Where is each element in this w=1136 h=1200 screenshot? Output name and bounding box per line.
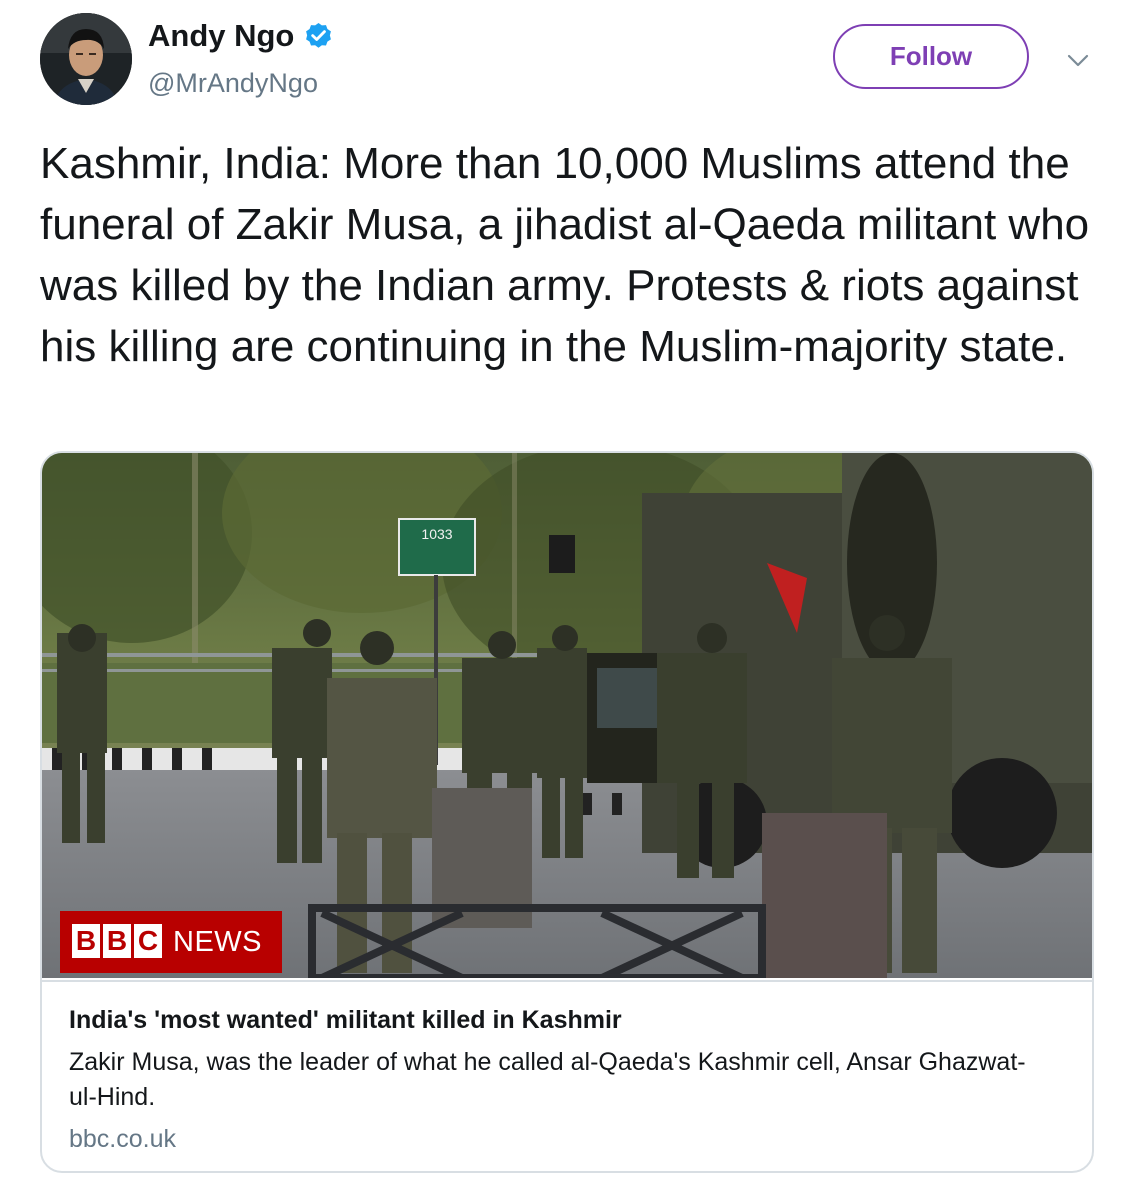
card-description: Zakir Musa, was the leader of what he ca… bbox=[69, 1048, 1026, 1111]
bbc-letter: B bbox=[72, 924, 100, 958]
news-photo: 1033 bbox=[42, 453, 1092, 978]
display-name[interactable]: Andy Ngo bbox=[148, 18, 334, 54]
bbc-news-logo: B B C NEWS bbox=[60, 911, 282, 973]
bbc-letter: B bbox=[103, 924, 131, 958]
sign-number: 1033 bbox=[421, 526, 452, 542]
card-domain[interactable]: bbc.co.uk bbox=[69, 1125, 176, 1154]
card-title[interactable]: India's 'most wanted' militant killed in… bbox=[69, 1006, 622, 1035]
follow-button[interactable]: Follow bbox=[833, 24, 1029, 89]
tweet-text: Kashmir, India: More than 10,000 Muslims… bbox=[40, 139, 1090, 371]
avatar[interactable] bbox=[40, 13, 132, 105]
bbc-letter: C bbox=[134, 924, 162, 958]
verified-badge-icon bbox=[306, 22, 332, 48]
bbc-news-text: NEWS bbox=[173, 926, 262, 958]
link-card[interactable]: 1033 B B C NEWS India's 'most wanted' mi… bbox=[40, 451, 1094, 1173]
user-handle[interactable]: @MrAndyNgo bbox=[148, 68, 318, 99]
display-name-text: Andy Ngo bbox=[148, 18, 295, 53]
card-details: India's 'most wanted' militant killed in… bbox=[42, 980, 1092, 1171]
profile-photo bbox=[40, 13, 132, 105]
chevron-down-icon[interactable] bbox=[1064, 46, 1092, 74]
